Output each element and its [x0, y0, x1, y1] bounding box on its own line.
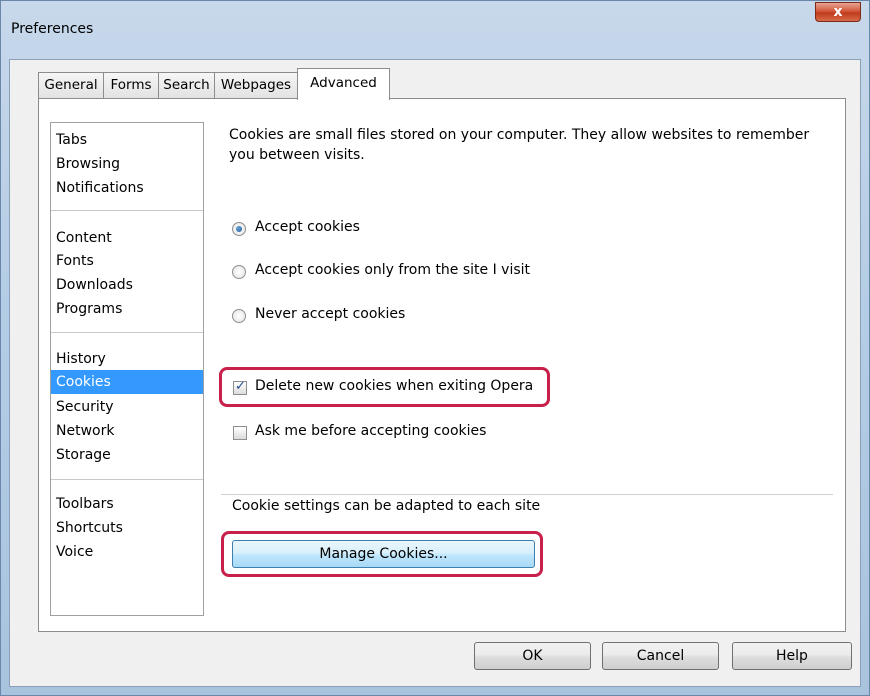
window-title: Preferences: [11, 21, 94, 37]
cookies-description: Cookies are small files stored on your c…: [229, 127, 810, 163]
tab-general[interactable]: General: [38, 72, 104, 98]
sidebar-item-fonts[interactable]: Fonts: [51, 249, 203, 273]
site-settings-text: Cookie settings can be adapted to each s…: [232, 498, 541, 514]
manage-cookies-button[interactable]: Manage Cookies...: [232, 540, 535, 568]
sidebar-item-tabs[interactable]: Tabs: [51, 128, 203, 152]
accept-cookies-label[interactable]: Accept cookies: [255, 219, 360, 235]
tab-forms[interactable]: Forms: [103, 72, 159, 98]
close-icon: x: [833, 4, 843, 20]
ask-before-accepting-checkbox[interactable]: [233, 426, 247, 440]
help-button[interactable]: Help: [732, 642, 852, 670]
sidebar-item-voice[interactable]: Voice: [51, 540, 203, 564]
preferences-window: Preferences x General Forms Search Webpa…: [0, 0, 870, 696]
sidebar-item-security[interactable]: Security: [51, 395, 203, 419]
sidebar-item-cookies[interactable]: Cookies: [51, 370, 203, 394]
check-icon: ✓: [235, 379, 246, 394]
accept-site-only-label[interactable]: Accept cookies only from the site I visi…: [255, 262, 530, 278]
sidebar-divider: [51, 332, 203, 333]
accept-site-only-radio[interactable]: [232, 265, 246, 279]
tab-advanced[interactable]: Advanced: [297, 68, 390, 100]
title-bar[interactable]: Preferences x: [1, 1, 869, 59]
never-accept-radio[interactable]: [232, 309, 246, 323]
sidebar-item-browsing[interactable]: Browsing: [51, 152, 203, 176]
sidebar-item-history[interactable]: History: [51, 347, 203, 371]
accept-cookies-radio[interactable]: [232, 222, 246, 236]
sidebar-item-network[interactable]: Network: [51, 419, 203, 443]
close-button[interactable]: x: [815, 2, 861, 22]
sidebar-item-downloads[interactable]: Downloads: [51, 273, 203, 297]
delete-cookies-label[interactable]: Delete new cookies when exiting Opera: [255, 378, 533, 394]
tab-webpages[interactable]: Webpages: [214, 72, 298, 98]
delete-cookies-checkbox[interactable]: ✓: [233, 379, 247, 395]
tab-search[interactable]: Search: [158, 72, 215, 98]
ask-before-accepting-label[interactable]: Ask me before accepting cookies: [255, 423, 486, 439]
never-accept-label[interactable]: Never accept cookies: [255, 306, 405, 322]
sidebar-item-notifications[interactable]: Notifications: [51, 176, 203, 200]
sidebar-item-programs[interactable]: Programs: [51, 297, 203, 321]
advanced-sidebar: Tabs Browsing Notifications Content Font…: [50, 122, 204, 616]
sidebar-item-content[interactable]: Content: [51, 226, 203, 250]
sidebar-divider: [51, 479, 203, 480]
radio-selected-dot: [236, 226, 242, 232]
cancel-button[interactable]: Cancel: [602, 642, 719, 670]
dialog-client-area: General Forms Search Webpages Advanced T…: [9, 59, 861, 687]
ok-button[interactable]: OK: [474, 642, 591, 670]
advanced-panel: Tabs Browsing Notifications Content Font…: [38, 98, 846, 632]
sidebar-item-storage[interactable]: Storage: [51, 443, 203, 467]
sidebar-item-toolbars[interactable]: Toolbars: [51, 492, 203, 516]
sidebar-item-shortcuts[interactable]: Shortcuts: [51, 516, 203, 540]
section-divider: [221, 494, 833, 495]
sidebar-divider: [51, 210, 203, 211]
